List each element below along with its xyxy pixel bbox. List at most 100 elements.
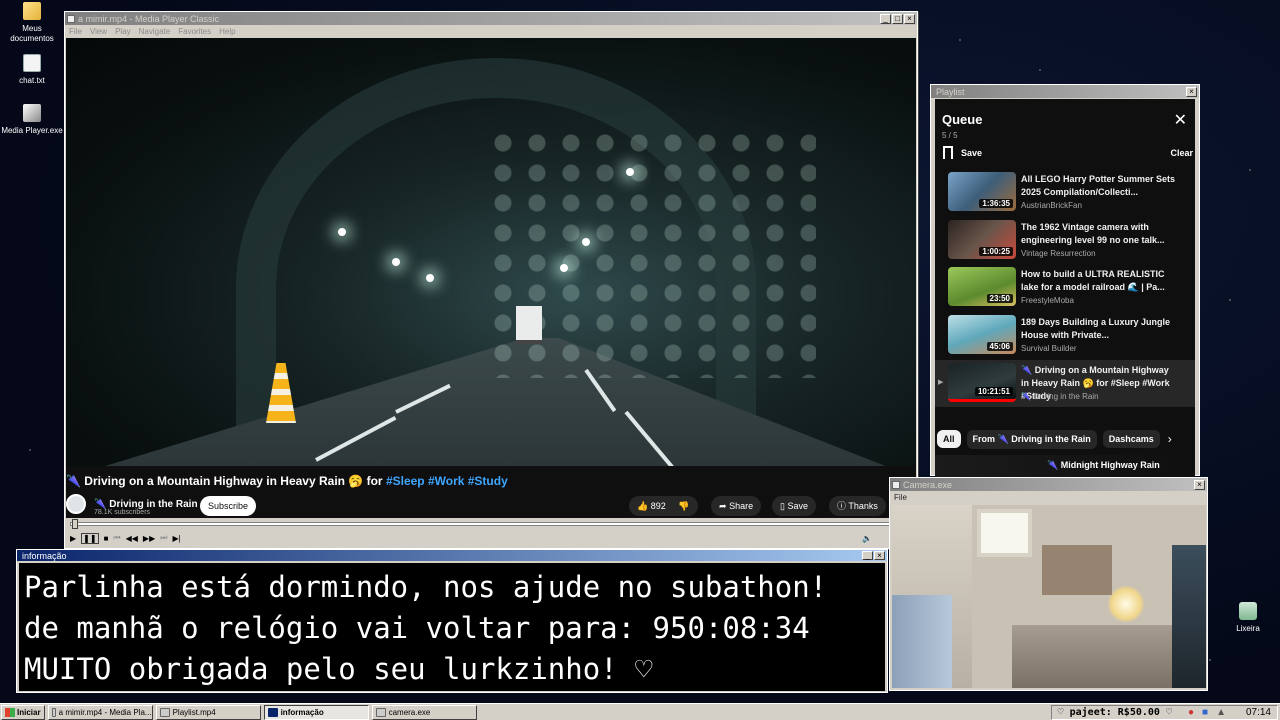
save-video-button[interactable]: ▯ Save — [772, 496, 816, 516]
video-title[interactable]: 🌂 Driving on a Mountain Highway in Heavy… — [66, 474, 508, 488]
chevron-right-icon[interactable]: › — [1168, 432, 1172, 446]
seek-track[interactable] — [70, 522, 912, 526]
queue-item-current[interactable]: ▶ 10:21:51 🌂 Driving on a Mountain Highw… — [935, 360, 1195, 407]
save-queue-label: Save — [961, 147, 983, 158]
camera-window: Camera.exe × File — [889, 477, 1208, 691]
info-line-2: de manhã o relógio vai voltar para: 950:… — [24, 611, 810, 645]
video-thumbnail: 45:06 — [948, 315, 1016, 354]
queue-item[interactable]: 23:50 How to build a ULTRA REALISTIC lak… — [935, 264, 1195, 311]
frame-step-icon[interactable]: ▶| — [172, 534, 180, 543]
pause-icon[interactable]: ❚❚ — [81, 532, 99, 544]
task-playlist[interactable]: Playlist.mp4 — [155, 704, 261, 720]
play-icon[interactable]: ▶ — [70, 534, 76, 543]
text-file-icon — [23, 54, 41, 72]
playlist-titlebar[interactable]: Playlist × — [931, 85, 1199, 98]
rewind-icon[interactable]: ◀◀ — [126, 534, 138, 543]
media-player-titlebar[interactable]: a mimir.mp4 - Media Player Classic _ □ × — [65, 12, 917, 25]
desktop-icon-media-player[interactable]: Media Player.exe — [0, 104, 64, 136]
thumbs-up-icon: 👍 — [637, 501, 649, 511]
task-info[interactable]: informação — [263, 704, 369, 720]
tunnel-light — [392, 258, 400, 266]
volume-icon[interactable]: 🔈 — [862, 534, 872, 543]
camera-menu-bar: File — [890, 491, 1207, 503]
subscribe-button[interactable]: Subscribe — [200, 496, 257, 516]
close-queue-icon[interactable]: ✕ — [1174, 113, 1187, 129]
start-button[interactable]: Iniciar — [1, 704, 45, 720]
task-camera[interactable]: camera.exe — [371, 704, 477, 720]
menu-view[interactable]: View — [90, 27, 107, 36]
taskbar: Iniciar a mimir.mp4 - Media Pla... Playl… — [0, 703, 1280, 720]
skip-forward-icon[interactable]: ⏭ — [160, 533, 167, 543]
video-hashtags[interactable]: #Sleep #Work #Study — [386, 474, 508, 488]
like-count: 892 — [650, 501, 666, 511]
minimize-button[interactable]: _ — [862, 551, 873, 560]
share-button[interactable]: ➦ Share — [711, 496, 762, 516]
close-button[interactable]: × — [874, 551, 885, 560]
thanks-button[interactable]: ⓘ Thanks — [829, 496, 886, 516]
seek-bar[interactable] — [66, 518, 916, 530]
desktop-icon-chat[interactable]: chat.txt — [0, 54, 64, 86]
desktop-icon-recycle-bin[interactable]: Lixeira — [1216, 602, 1280, 634]
desktop-icon-documents[interactable]: Meus documentos — [0, 2, 64, 44]
menu-play[interactable]: Play — [115, 27, 131, 36]
thanks-label: Thanks — [848, 501, 878, 511]
close-button[interactable]: × — [904, 13, 915, 24]
info-titlebar[interactable]: informação _ × — [17, 550, 887, 561]
close-button[interactable]: × — [1194, 479, 1205, 490]
queue-panel: Queue 5 / 5 ✕ Save Clear 1:36:35 All LEG… — [935, 99, 1195, 477]
chip-dashcams[interactable]: Dashcams — [1102, 430, 1160, 448]
video-duration: 45:06 — [986, 342, 1013, 351]
camera-icon — [375, 707, 386, 717]
stop-icon[interactable]: ■ — [104, 534, 109, 543]
forward-icon[interactable]: ▶▶ — [143, 534, 155, 543]
queue-item-channel: Vintage Resurrection — [1021, 249, 1096, 258]
chip-from-channel[interactable]: From 🌂 Driving in the Rain — [966, 429, 1097, 449]
truck — [516, 306, 542, 344]
bookmark-icon — [943, 146, 953, 159]
window-title: informação — [22, 550, 67, 561]
queue-item[interactable]: 1:36:35 All LEGO Harry Potter Summer Set… — [935, 169, 1195, 216]
desk — [1012, 625, 1182, 688]
menu-file[interactable]: File — [69, 27, 82, 36]
queue-title: Queue — [942, 112, 983, 127]
thumbs-down-icon[interactable]: 👎 — [678, 501, 689, 511]
now-playing-icon: ▶ — [938, 379, 944, 386]
video-title-text: 🌂 Driving on a Mountain Highway in Heavy… — [66, 474, 383, 488]
video-thumbnail: 1:36:35 — [948, 172, 1016, 211]
close-button[interactable]: × — [1186, 86, 1197, 97]
maximize-button[interactable]: □ — [892, 13, 903, 24]
playlist-window: Playlist × Queue 5 / 5 ✕ Save Clear 1:36… — [930, 84, 1200, 477]
save-queue-button[interactable]: Save — [943, 146, 982, 159]
menu-help[interactable]: Help — [219, 27, 235, 36]
tray-icon[interactable]: ▲ — [1216, 707, 1226, 718]
channel-name[interactable]: 🌂 Driving in the Rain — [94, 499, 198, 510]
minimize-button[interactable]: _ — [880, 13, 891, 24]
chip-all[interactable]: All — [937, 430, 961, 448]
skip-back-icon[interactable]: ⏮ — [113, 533, 120, 543]
menu-file[interactable]: File — [894, 493, 907, 502]
windows-logo-icon — [5, 707, 15, 717]
info-message: Parlinha está dormindo, nos ajude no sub… — [19, 563, 885, 691]
lamp-glow — [1107, 585, 1145, 623]
camera-titlebar[interactable]: Camera.exe × — [890, 478, 1207, 491]
channel-avatar[interactable] — [66, 494, 86, 514]
video-thumbnail: 1:00:25 — [948, 220, 1016, 259]
tunnel-light — [560, 264, 568, 272]
queue-item-title: The 1962 Vintage camera with engineering… — [1021, 222, 1165, 245]
tray-icon[interactable]: ● — [1188, 707, 1194, 718]
task-media-player[interactable]: a mimir.mp4 - Media Pla... — [47, 704, 153, 720]
clear-queue-button[interactable]: Clear — [1170, 148, 1193, 158]
queue-item[interactable]: 45:06 189 Days Building a Luxury Jungle … — [935, 312, 1195, 359]
video-frame[interactable] — [66, 38, 916, 466]
info-line-3: MUITO obrigada pelo seu lurkzinho! ♡ — [24, 652, 653, 686]
menu-navigate[interactable]: Navigate — [139, 27, 171, 36]
window-icon — [267, 707, 278, 717]
like-button[interactable]: 👍 892 👎 — [629, 496, 698, 516]
seek-thumb[interactable] — [72, 519, 78, 529]
menu-favorites[interactable]: Favorites — [178, 27, 211, 36]
queue-item[interactable]: 1:00:25 The 1962 Vintage camera with eng… — [935, 217, 1195, 264]
tunnel-light — [338, 228, 346, 236]
next-video[interactable]: 🌂 Midnight Highway Rain — [935, 455, 1195, 477]
window-title: Camera.exe — [903, 479, 953, 490]
tray-icon[interactable]: ■ — [1202, 707, 1208, 718]
